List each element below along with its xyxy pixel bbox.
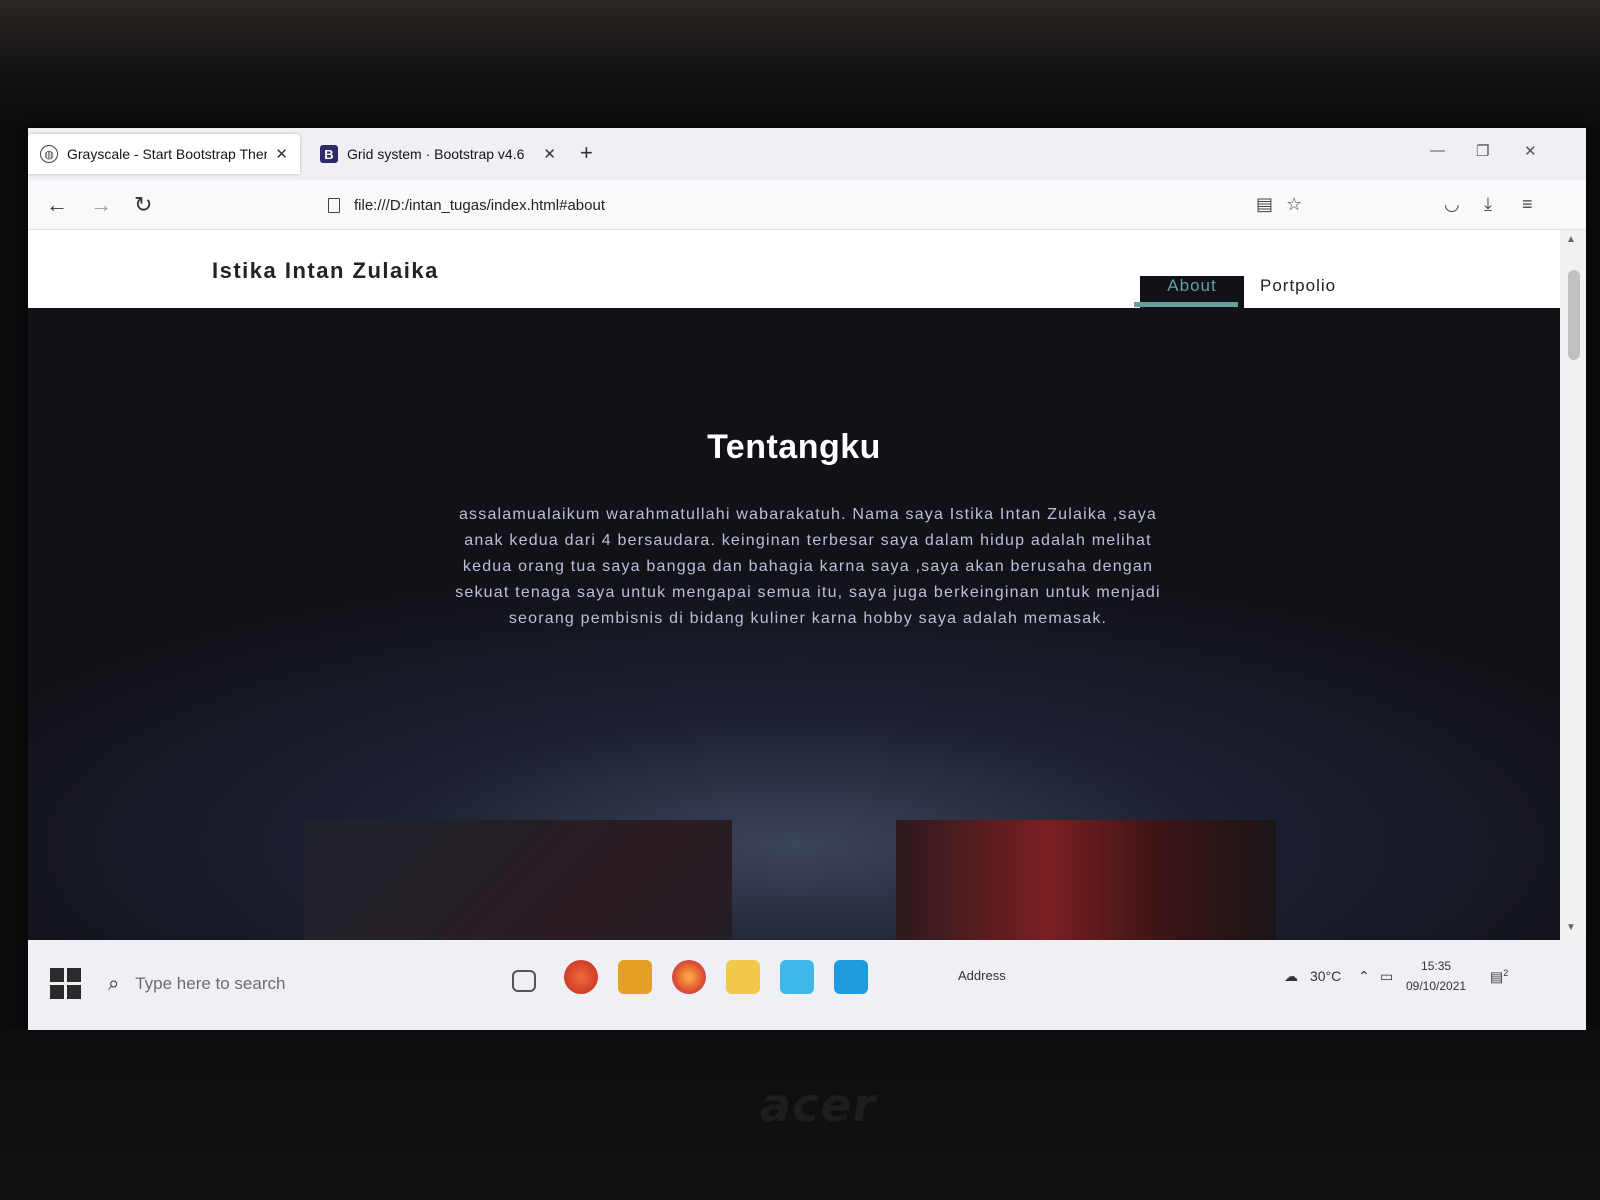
weather-icon[interactable]: ☁	[1284, 968, 1298, 985]
nav-link-portfolio[interactable]: Portpolio	[1260, 276, 1336, 296]
sublime-text-icon[interactable]	[618, 960, 652, 994]
about-text: assalamualaikum warahmatullahi wabarakat…	[455, 506, 1161, 627]
clock-date: 09/10/2021	[1406, 979, 1467, 993]
notification-count: 2	[1503, 968, 1509, 978]
photo-background-top	[0, 0, 1600, 125]
close-tab-icon[interactable]: ✕	[543, 145, 556, 163]
minimize-icon[interactable]: —	[1430, 142, 1445, 159]
clock-time: 15:35	[1421, 959, 1452, 973]
address-label: Address	[958, 968, 1006, 983]
restore-icon[interactable]: ❐	[1476, 142, 1489, 160]
browser-app-icon[interactable]	[564, 960, 598, 994]
windows-taskbar: ⌕ Type here to search Address ☁ 30°C ⌃ ▭…	[28, 940, 1586, 1030]
notification-icon[interactable]: ▤2	[1490, 968, 1508, 986]
temperature-text[interactable]: 30°C	[1310, 968, 1341, 984]
taskbar-search[interactable]: ⌕ Type here to search	[90, 954, 490, 1014]
close-tab-icon[interactable]: ✕	[275, 145, 288, 163]
scroll-up-icon[interactable]: ▲	[1566, 234, 1576, 245]
scrollbar-thumb[interactable]	[1568, 270, 1580, 360]
portfolio-image-left	[304, 820, 732, 940]
search-placeholder: Type here to search	[135, 974, 286, 993]
page-icon	[328, 197, 340, 213]
browser-toolbar: ← → ↻ file:///D:/intan_tugas/index.html#…	[28, 180, 1586, 230]
search-icon: ⌕	[108, 972, 120, 995]
tab-title: Grid system · Bootstrap v4.6	[347, 146, 525, 162]
site-brand[interactable]: Istika Intan Zulaika	[212, 258, 439, 284]
laptop-brand-logo: acer	[760, 1078, 877, 1132]
network-icon[interactable]: ▭	[1380, 968, 1393, 985]
task-view-icon[interactable]	[512, 970, 536, 992]
new-tab-button[interactable]: +	[580, 140, 593, 166]
tab-bar: ◍ Grayscale - Start Bootstrap Theme ✕ B …	[28, 128, 1586, 180]
forward-arrow-icon[interactable]: →	[90, 192, 112, 218]
window-close-icon[interactable]: ✕	[1524, 142, 1537, 160]
scroll-down-icon[interactable]: ▼	[1566, 922, 1576, 933]
bookmark-star-icon[interactable]: ☆	[1286, 194, 1302, 215]
portfolio-image-right	[896, 820, 1276, 940]
site-navbar: Istika Intan Zulaika About Portpolio	[28, 230, 1560, 908]
back-arrow-icon[interactable]: ←	[46, 192, 68, 218]
tray-chevron-icon[interactable]: ⌃	[1358, 968, 1370, 985]
menu-icon[interactable]: ≡	[1522, 194, 1533, 215]
active-nav-indicator	[1134, 302, 1238, 307]
page-scrollbar[interactable]: ▲ ▼	[1560, 230, 1586, 940]
tab-grayscale[interactable]: ◍ Grayscale - Start Bootstrap Theme ✕	[28, 134, 300, 174]
file-explorer-icon[interactable]	[726, 960, 760, 994]
address-toolbar[interactable]: Address	[958, 968, 1248, 983]
globe-icon: ◍	[40, 145, 58, 163]
about-heading: Tentangku	[707, 428, 881, 466]
website-viewport: Istika Intan Zulaika About Portpolio Ten…	[28, 230, 1560, 940]
firefox-icon[interactable]	[672, 960, 706, 994]
url-text: file:///D:/intan_tugas/index.html#about	[354, 196, 605, 214]
taskbar-clock[interactable]: 15:35 09/10/2021	[1406, 956, 1466, 996]
vscode-icon[interactable]	[834, 960, 868, 994]
pocket-icon[interactable]: ◡	[1444, 194, 1460, 215]
tab-title: Grayscale - Start Bootstrap Theme	[67, 146, 268, 162]
bootstrap-icon: B	[320, 145, 338, 163]
windows-start-icon[interactable]	[50, 968, 82, 1000]
zoom-app-icon[interactable]	[780, 960, 814, 994]
download-icon[interactable]: ⤓	[1484, 194, 1492, 215]
tab-grid-system[interactable]: B Grid system · Bootstrap v4.6 ✕	[308, 134, 568, 174]
reload-icon[interactable]: ↻	[134, 192, 152, 218]
reader-view-icon[interactable]: ▤	[1256, 194, 1273, 215]
laptop-screen: ◍ Grayscale - Start Bootstrap Theme ✕ B …	[28, 128, 1586, 1030]
about-section: Tentangku assalamualaikum warahmatullahi…	[28, 308, 1560, 940]
